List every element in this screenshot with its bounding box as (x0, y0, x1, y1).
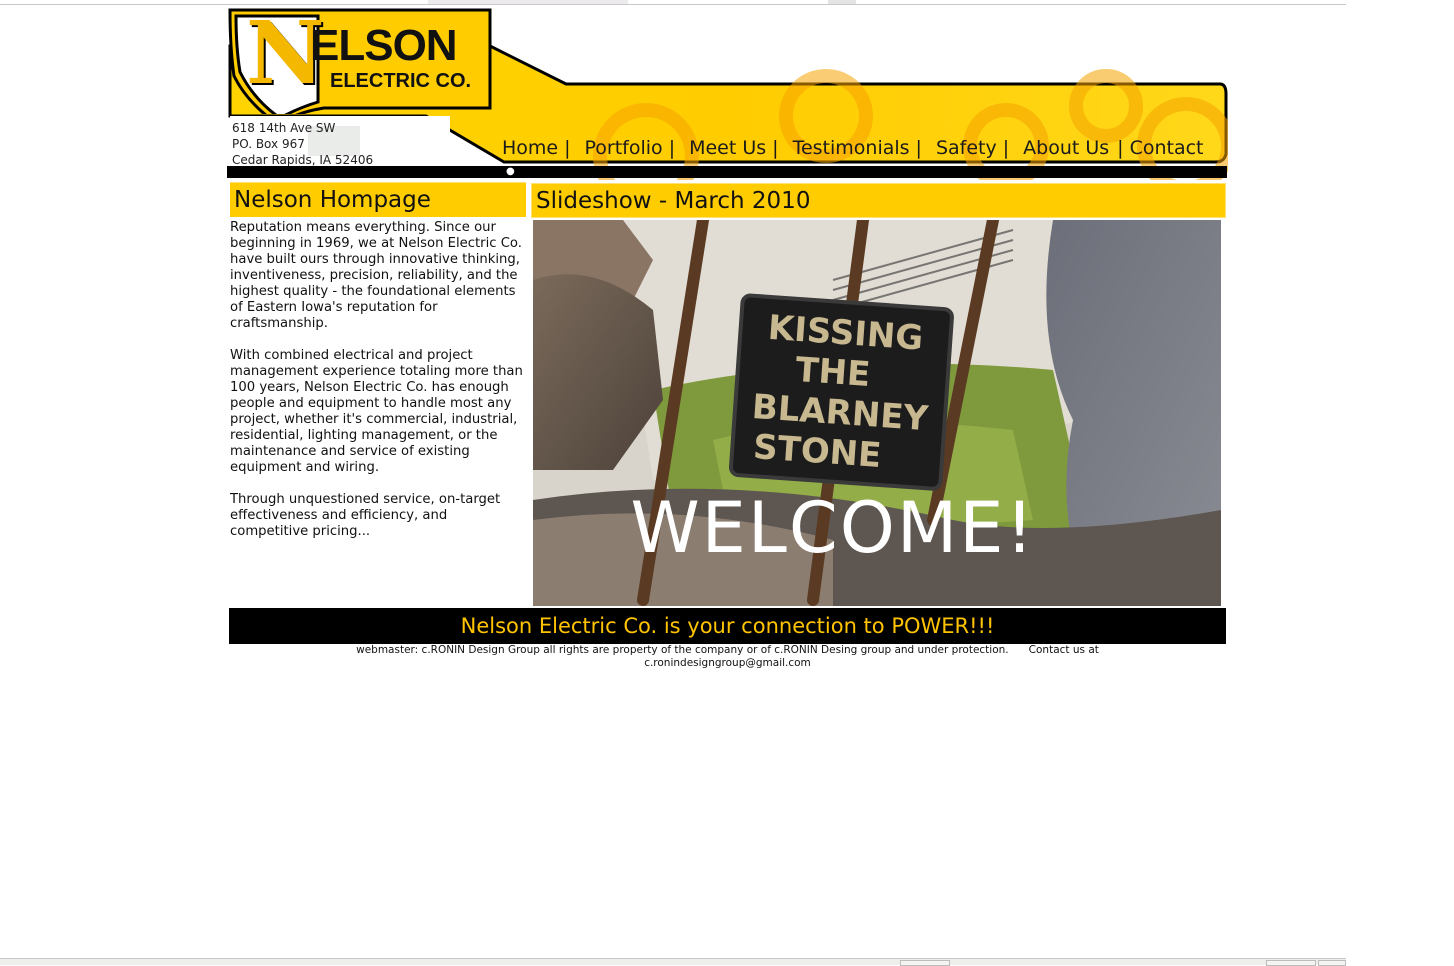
nav-separator: | (915, 137, 922, 159)
nav-separator: | (772, 137, 779, 159)
top-tab-segment (628, 0, 828, 5)
header-divider-bar (227, 166, 1227, 178)
logo-name: ELSON (310, 21, 458, 70)
company-logo[interactable]: N ELSON ELECTRIC CO. (228, 8, 492, 114)
nav-about-us[interactable]: About Us (1023, 137, 1109, 159)
top-tab-segment (428, 0, 628, 5)
homepage-intro: Reputation means everything. Since our b… (230, 220, 526, 556)
nav-meet-us[interactable]: Meet Us (689, 137, 766, 159)
nav-contact[interactable]: Contact (1130, 137, 1204, 159)
status-mark (900, 960, 950, 966)
footer-credits: webmaster: c.RONIN Design Group all righ… (229, 644, 1226, 670)
slogan-banner: Nelson Electric Co. is your connection t… (229, 608, 1226, 644)
nav-safety[interactable]: Safety (936, 137, 997, 159)
intro-paragraph: Through unquestioned service, on-target … (230, 492, 501, 539)
logo-initial: N (246, 3, 325, 104)
status-mark (1318, 960, 1346, 966)
nav-testimonials[interactable]: Testimonials (793, 137, 910, 159)
main-nav: Home | Portfolio | Meet Us | Testimonial… (502, 134, 1204, 162)
nav-separator: | (668, 137, 676, 159)
intro-paragraph: With combined electrical and project man… (230, 348, 523, 475)
status-mark (1266, 960, 1316, 966)
contact-email-link[interactable]: c.ronindesigngroup@gmail.com (644, 657, 811, 669)
logo-subtitle: ELECTRIC CO. (330, 70, 472, 92)
site-header: N ELSON ELECTRIC CO. 618 14th Ave SW PO.… (226, 6, 1228, 180)
address-line: PO. Box 967 (232, 137, 305, 151)
sign-text: THE (794, 350, 871, 395)
company-address: 618 14th Ave SW PO. Box 967 Cedar Rapids… (232, 120, 373, 168)
bullet-icon: ● (506, 166, 515, 177)
nav-home[interactable]: Home (502, 137, 558, 159)
slideshow-image[interactable]: KISSING THE BLARNEY STONE WELCOME! (533, 220, 1221, 606)
nav-portfolio[interactable]: Portfolio (585, 137, 663, 159)
top-tab-strip (0, 0, 1346, 5)
blarney-stone-photo: KISSING THE BLARNEY STONE WELCOME! (533, 220, 1221, 606)
homepage-title: Nelson Hompage (230, 182, 526, 217)
intro-paragraph: Reputation means everything. Since our b… (230, 220, 522, 331)
credits-text: webmaster: c.RONIN Design Group all righ… (356, 644, 1009, 656)
top-tab-segment (0, 0, 428, 5)
nav-separator: | (564, 137, 571, 159)
top-tab-segment (856, 0, 1346, 5)
top-tab-segment (828, 0, 856, 5)
nav-separator: | (1002, 137, 1010, 159)
contact-label: Contact us at (1028, 644, 1099, 656)
slideshow-title: Slideshow - March 2010 (531, 183, 1226, 218)
nav-separator: | (1117, 137, 1124, 159)
address-line: 618 14th Ave SW (232, 121, 336, 135)
welcome-overlay: WELCOME! (630, 487, 1035, 569)
